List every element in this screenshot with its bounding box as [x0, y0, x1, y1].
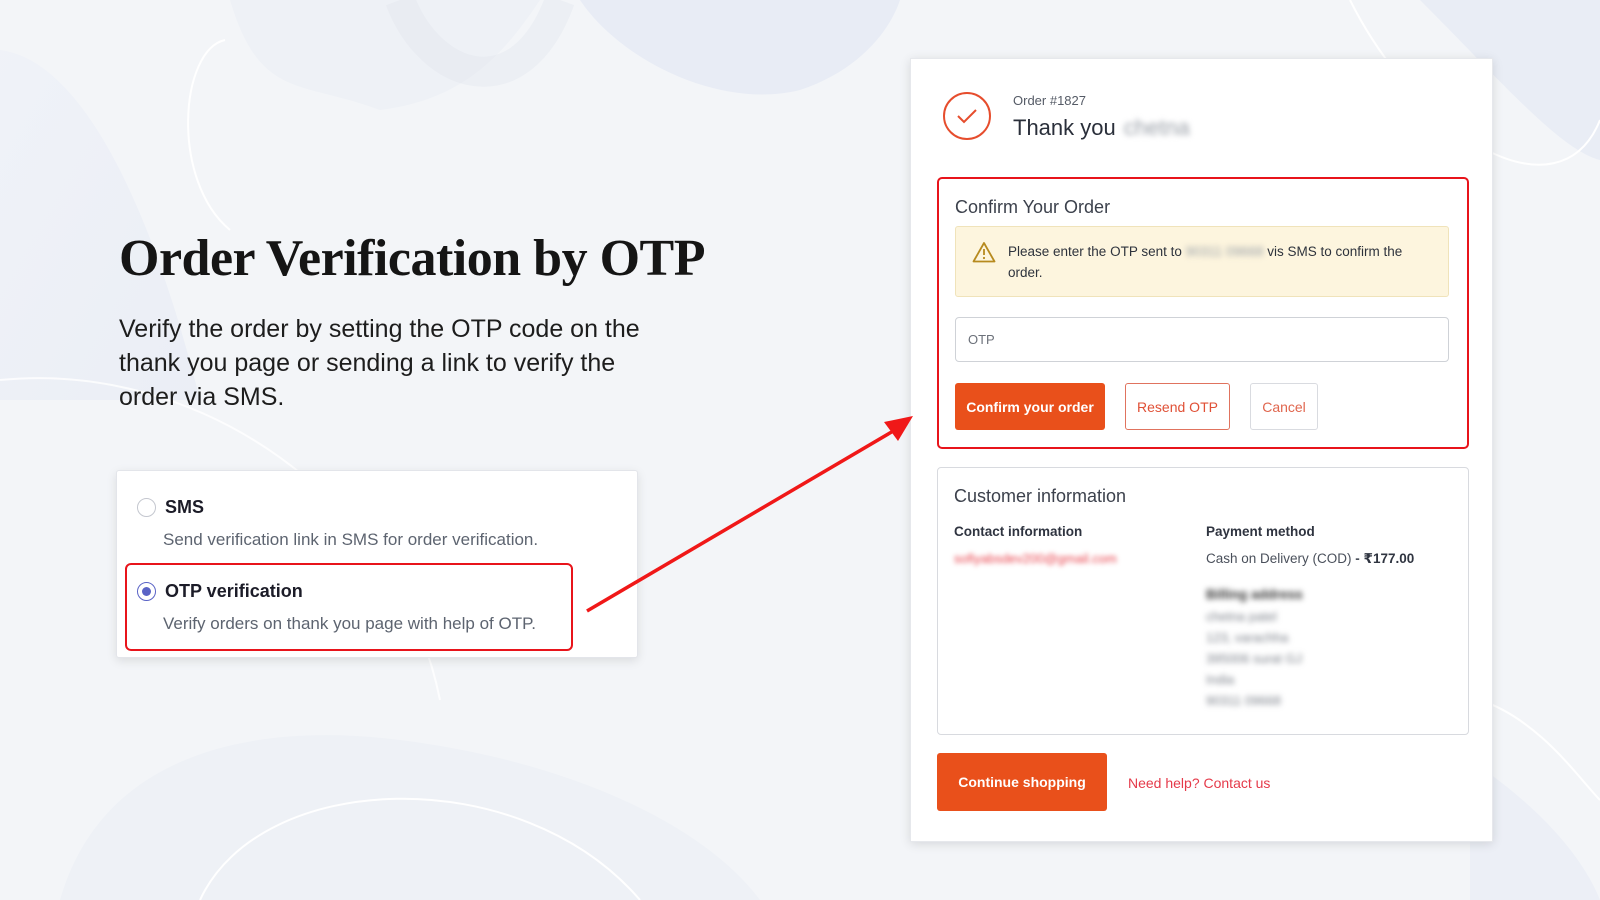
phone-blurred: 90311 09668: [1185, 244, 1264, 259]
payment-method-heading: Payment method: [1206, 524, 1315, 539]
otp-warning-text: Please enter the OTP sent to 90311 09668…: [1008, 241, 1432, 282]
hero-description: Verify the order by setting the OTP code…: [119, 315, 640, 411]
confirm-order-title: Confirm Your Order: [955, 197, 1111, 217]
confirm-order-section: Confirm Your Order Please enter the OTP …: [937, 177, 1469, 449]
payment-column: Payment method Cash on Delivery (COD) - …: [1206, 524, 1414, 711]
option-sms-row[interactable]: SMS: [137, 497, 538, 518]
contact-email-blurred: sofiyabsdev200@gmail.com: [954, 551, 1117, 566]
verification-method-card: SMS Send verification link in SMS for or…: [116, 470, 638, 658]
confirm-order-button[interactable]: Confirm your order: [955, 383, 1105, 430]
resend-otp-button[interactable]: Resend OTP: [1125, 383, 1230, 430]
alert-prefix: Please enter the OTP sent to: [1008, 244, 1182, 259]
sms-radio[interactable]: [137, 498, 156, 517]
otp-warning-alert: Please enter the OTP sent to 90311 09668…: [955, 226, 1449, 297]
cancel-button[interactable]: Cancel: [1250, 383, 1318, 430]
option-otp-label: OTP verification: [165, 581, 303, 601]
hero-title: Order Verification by OTP: [119, 230, 705, 287]
billing-line: 90311 09668: [1206, 693, 1281, 708]
payment-method-name: Cash on Delivery (COD): [1206, 551, 1352, 566]
option-otp-row[interactable]: OTP verification: [137, 581, 536, 602]
payment-method-value: Cash on Delivery (COD) - ₹177.00: [1206, 551, 1414, 567]
option-sms-label: SMS: [165, 497, 205, 517]
otp-radio[interactable]: [137, 582, 156, 601]
thank-you-text: Thank you: [1013, 115, 1116, 140]
thank-you-page-panel: Order #1827 Thank you chetna Confirm You…: [910, 58, 1493, 842]
billing-line: 395006 surat GJ: [1206, 651, 1303, 666]
option-sms[interactable]: SMS Send verification link in SMS for or…: [137, 497, 538, 550]
customer-name-blurred: chetna: [1123, 115, 1190, 140]
thank-you-heading: Thank you chetna: [1013, 115, 1190, 141]
payment-separator: -: [1351, 551, 1364, 566]
billing-line: India: [1206, 672, 1235, 687]
customer-info-title: Customer information: [954, 486, 1127, 506]
continue-shopping-button[interactable]: Continue shopping: [937, 753, 1107, 811]
billing-line: chetna patel: [1206, 609, 1277, 624]
contact-us-link[interactable]: Need help? Contact us: [1128, 775, 1270, 791]
customer-information-section: Customer information Contact information…: [937, 467, 1469, 735]
option-otp-description: Verify orders on thank you page with hel…: [163, 614, 536, 633]
otp-input[interactable]: [955, 317, 1449, 362]
billing-line: 123, varachha: [1206, 630, 1289, 645]
contact-info-column: Contact information sofiyabsdev200@gmail…: [954, 524, 1117, 566]
option-otp[interactable]: OTP verification Verify orders on thank …: [137, 581, 536, 634]
payment-amount: ₹177.00: [1363, 551, 1415, 566]
warning-icon: [972, 241, 996, 282]
contact-info-heading: Contact information: [954, 524, 1083, 539]
success-check-icon: [943, 92, 991, 140]
option-sms-description: Send verification link in SMS for order …: [163, 530, 539, 549]
hero-section: Order Verification by OTP Verify the ord…: [119, 230, 739, 414]
billing-address-heading-blurred: Billing address: [1206, 587, 1303, 602]
order-number: Order #1827: [1013, 93, 1086, 108]
